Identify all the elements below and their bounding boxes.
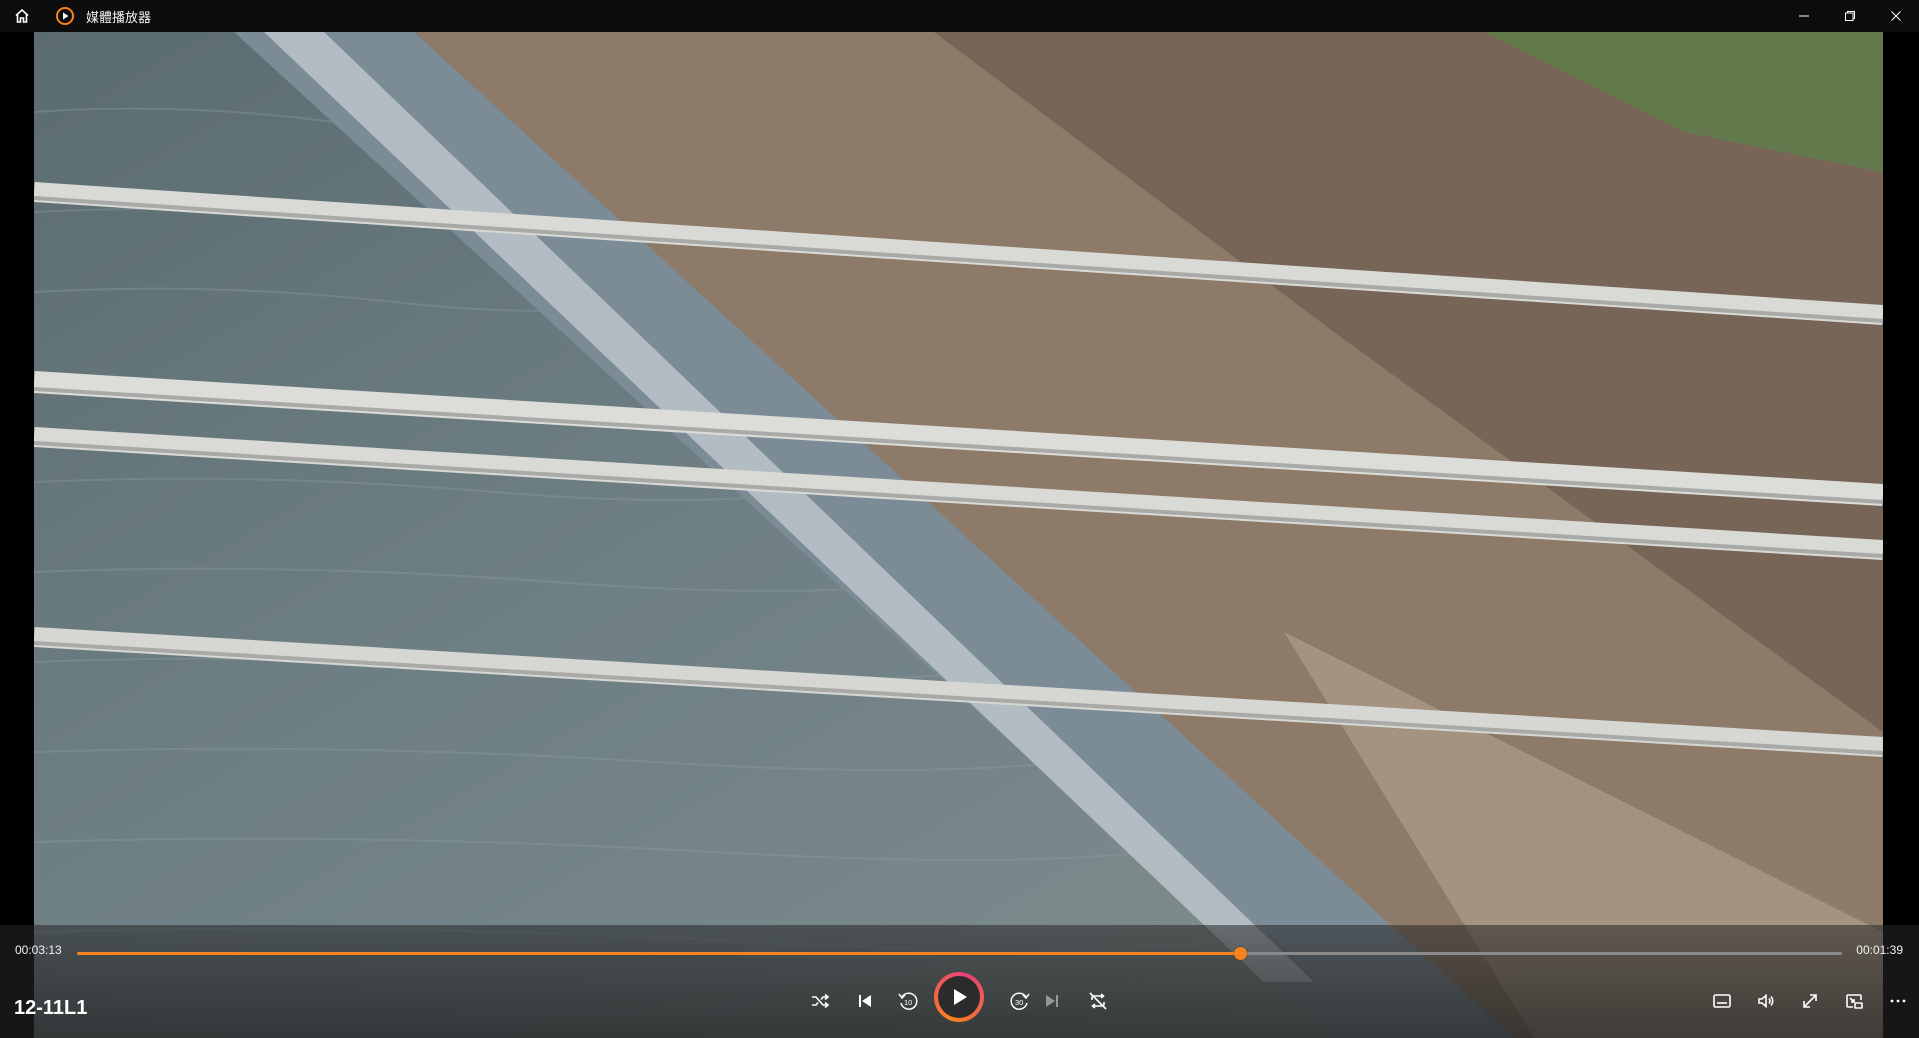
- home-icon: [15, 8, 29, 23]
- play-button-inner: [938, 976, 980, 1018]
- next-button[interactable]: [1032, 976, 1072, 1026]
- previous-icon: [859, 995, 871, 1007]
- close-button[interactable]: [1873, 0, 1919, 32]
- shuffle-icon: [812, 993, 830, 1009]
- more-options-icon: [1890, 999, 1906, 1003]
- play-icon: [954, 989, 967, 1005]
- media-title: 12-11L1: [14, 997, 88, 1019]
- seek-bar[interactable]: [77, 947, 1842, 960]
- rewind-10-icon: 10: [898, 992, 918, 1010]
- video-frame[interactable]: [34, 32, 1883, 1038]
- play-button[interactable]: [934, 972, 984, 1022]
- time-elapsed: 00:03:13: [15, 943, 62, 957]
- time-remaining: 00:01:39: [1856, 943, 1903, 957]
- rewind-10-button[interactable]: 10: [888, 976, 928, 1026]
- minimize-button[interactable]: [1781, 0, 1827, 32]
- video-content: [34, 32, 1883, 1038]
- app-title: 媒體播放器: [86, 9, 152, 25]
- shuffle-button[interactable]: [800, 976, 840, 1026]
- seek-bar-thumb[interactable]: [1234, 947, 1248, 960]
- close-icon: [1891, 11, 1901, 21]
- volume-button[interactable]: [1746, 976, 1786, 1026]
- mini-view-icon: [1846, 994, 1863, 1009]
- seek-bar-progress: [77, 952, 1241, 955]
- window-controls: [1781, 0, 1919, 32]
- more-options-button[interactable]: [1878, 976, 1918, 1026]
- next-icon: [1046, 995, 1058, 1007]
- svg-text:10: 10: [904, 998, 912, 1007]
- title-bar: 媒體播放器: [0, 0, 1919, 32]
- volume-icon: [1758, 993, 1774, 1009]
- previous-button[interactable]: [845, 976, 885, 1026]
- forward-30-icon: 30: [1010, 992, 1030, 1010]
- fullscreen-button[interactable]: [1790, 976, 1830, 1026]
- mini-view-button[interactable]: [1834, 976, 1874, 1026]
- subtitles-icon: [1713, 994, 1731, 1008]
- fullscreen-icon: [1803, 994, 1817, 1008]
- restore-icon: [1845, 11, 1855, 21]
- media-player-logo-icon: [56, 7, 74, 25]
- minimize-icon: [1799, 15, 1809, 17]
- repeat-off-icon: [1089, 992, 1107, 1010]
- svg-text:30: 30: [1015, 998, 1023, 1007]
- subtitles-button[interactable]: [1702, 976, 1742, 1026]
- restore-button[interactable]: [1827, 0, 1873, 32]
- repeat-button[interactable]: [1078, 976, 1118, 1026]
- home-button[interactable]: [0, 0, 44, 32]
